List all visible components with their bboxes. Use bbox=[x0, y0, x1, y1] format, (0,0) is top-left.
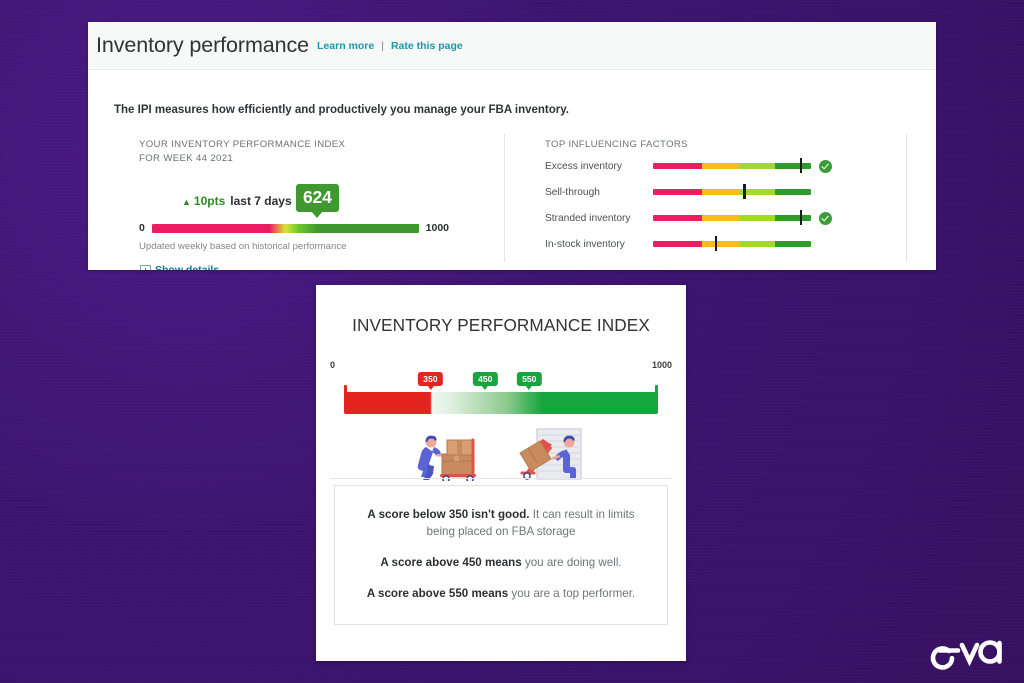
card-header: Inventory performance Learn more | Rate … bbox=[88, 22, 936, 70]
header-separator: | bbox=[381, 39, 384, 52]
eva-logo bbox=[928, 629, 1008, 671]
factor-bar-segment bbox=[701, 188, 740, 196]
ipi-score-bar-row: 0 1000 bbox=[139, 222, 449, 234]
factor-bar-segment bbox=[774, 214, 811, 222]
score-panel: YOUR INVENTORY PERFORMANCE INDEX FOR WEE… bbox=[139, 138, 479, 270]
factor-name: In-stock inventory bbox=[545, 238, 625, 250]
guidance-line-3-rest: you are a top performer. bbox=[508, 587, 636, 600]
expand-plus-icon bbox=[140, 264, 151, 270]
factor-bar-segment bbox=[739, 240, 775, 248]
factor-bar-segment bbox=[774, 162, 811, 170]
factors-title: TOP INFLUENCING FACTORS bbox=[545, 139, 688, 150]
factor-marker bbox=[714, 236, 718, 251]
factor-name: Stranded inventory bbox=[545, 212, 631, 224]
factor-bar-wrap bbox=[653, 183, 811, 201]
updated-note: Updated weekly based on historical perfo… bbox=[139, 241, 347, 252]
ipi-score-badge: 624 bbox=[296, 184, 339, 218]
scale-max-label: 1000 bbox=[425, 222, 449, 234]
guidance-line-3-bold: A score above 550 means bbox=[366, 587, 509, 600]
learn-more-link[interactable]: Learn more bbox=[317, 40, 374, 52]
factor-rows: Excess inventory Sell-through Stranded inv… bbox=[545, 154, 895, 256]
ipi-explainer-heading: INVENTORY PERFORMANCE INDEX bbox=[352, 315, 650, 335]
top-influencing-factors-panel: TOP INFLUENCING FACTORS Excess inventory… bbox=[545, 138, 895, 256]
ipi-description: The IPI measures how efficiently and pro… bbox=[114, 104, 569, 116]
gauge-min-label: 0 bbox=[330, 360, 336, 370]
gauge-badge-350: 350 bbox=[418, 372, 443, 389]
trend-up-icon: ▲ bbox=[182, 197, 191, 207]
factor-bar-segment bbox=[739, 214, 775, 222]
factor-bar bbox=[653, 162, 811, 170]
guidance-line-2: A score above 450 means you are doing we… bbox=[357, 554, 645, 571]
factor-bar-segment bbox=[653, 214, 702, 222]
factor-marker bbox=[799, 158, 803, 173]
page-title: Inventory performance bbox=[96, 33, 310, 57]
score-guidance-box: A score below 350 isn't good. It can res… bbox=[334, 485, 668, 625]
gauge-max-label: 1000 bbox=[651, 360, 672, 370]
guidance-line-1-bold: A score below 350 isn't good. bbox=[367, 508, 530, 521]
guidance-line-2-bold: A score above 450 means bbox=[380, 556, 522, 569]
ipi-score-bar bbox=[151, 223, 419, 233]
show-details-label: Show details bbox=[155, 264, 220, 270]
gauge-badge-550: 550 bbox=[517, 372, 542, 389]
check-circle-icon bbox=[819, 211, 832, 225]
cart-left bbox=[440, 438, 476, 483]
panel-divider-right bbox=[906, 134, 907, 262]
factor-row: Excess inventory bbox=[545, 154, 895, 178]
factor-bar-segment bbox=[653, 240, 702, 248]
score-panel-label-line1: YOUR INVENTORY PERFORMANCE INDEX bbox=[139, 139, 346, 150]
factor-bar-segment bbox=[701, 240, 740, 248]
factor-name: Excess inventory bbox=[545, 160, 623, 172]
worker-left bbox=[417, 435, 443, 480]
factor-bar-segment bbox=[701, 162, 740, 170]
inventory-performance-card: Inventory performance Learn more | Rate … bbox=[88, 22, 936, 270]
delta-points: 10pts bbox=[193, 194, 226, 208]
guidance-line-1: A score below 350 isn't good. It can res… bbox=[357, 506, 645, 540]
factor-bar-segment bbox=[774, 240, 811, 248]
guidance-line-3: A score above 550 means you are a top pe… bbox=[357, 585, 645, 602]
warehouse-workers-illustration bbox=[330, 423, 672, 483]
factor-bar-wrap bbox=[653, 235, 811, 253]
factor-marker bbox=[743, 184, 746, 199]
eva-logo-svg bbox=[930, 640, 1002, 670]
factor-bar-wrap bbox=[653, 157, 811, 175]
gauge-badge-450: 450 bbox=[473, 372, 498, 389]
factor-bar-segment bbox=[701, 214, 740, 222]
score-panel-label-line2: FOR WEEK 44 2021 bbox=[139, 153, 234, 164]
guidance-line-2-rest: you are doing well. bbox=[521, 556, 622, 569]
gauge-badge-value: 350 bbox=[423, 373, 438, 384]
delta-range: last 7 days bbox=[230, 194, 292, 208]
factor-row: In-stock inventory bbox=[545, 232, 895, 256]
gauge-badge-value: 550 bbox=[522, 373, 537, 384]
check-circle-icon bbox=[819, 159, 832, 173]
factor-bar bbox=[653, 188, 811, 196]
factor-marker bbox=[799, 210, 803, 225]
gauge-bar bbox=[344, 392, 658, 414]
factor-bar-wrap bbox=[653, 209, 811, 227]
factor-row: Stranded inventory bbox=[545, 206, 895, 230]
factor-bar-segment bbox=[739, 162, 775, 170]
factor-row: Sell-through bbox=[545, 180, 895, 204]
score-delta: ▲ 10pts last 7 days bbox=[182, 194, 292, 208]
rate-this-page-link[interactable]: Rate this page bbox=[391, 40, 463, 52]
factor-bar-segment bbox=[774, 188, 811, 196]
factor-bar bbox=[653, 240, 811, 248]
factor-bar-segment bbox=[653, 188, 702, 196]
factor-bar-segment bbox=[653, 162, 702, 170]
illustration-svg bbox=[417, 428, 582, 483]
factor-name: Sell-through bbox=[545, 186, 600, 198]
show-details-button[interactable]: Show details bbox=[140, 264, 219, 270]
gauge-badge-value: 450 bbox=[478, 373, 493, 384]
ipi-explainer-card: INVENTORY PERFORMANCE INDEX 0 1000 350 45… bbox=[316, 285, 686, 661]
panel-divider-left bbox=[504, 134, 505, 262]
ground-line bbox=[330, 478, 672, 479]
ipi-gauge: 0 1000 350 450 550 bbox=[330, 360, 672, 415]
scale-min-label: 0 bbox=[139, 222, 145, 234]
factor-bar bbox=[653, 214, 811, 222]
